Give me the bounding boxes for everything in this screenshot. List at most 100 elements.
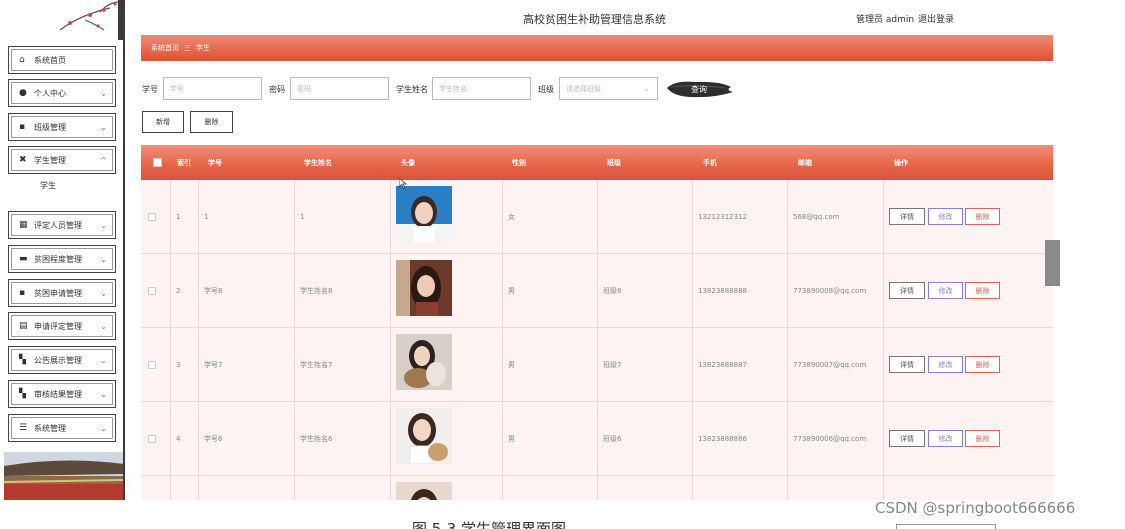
row-delete-button[interactable]: 删除 bbox=[965, 356, 1000, 373]
chart-icon: ▪ bbox=[19, 121, 26, 132]
sidebar-item-label: 贫困程度管理 bbox=[34, 254, 82, 264]
query-button[interactable]: 查询 bbox=[665, 78, 733, 100]
cell-index: 3 bbox=[176, 360, 181, 369]
mouse-cursor-icon bbox=[399, 178, 407, 189]
bottom-box-fragment bbox=[896, 524, 996, 529]
chevron-down-icon: ⌄ bbox=[100, 123, 107, 132]
cell-student-no: 学号6 bbox=[204, 434, 223, 443]
page-title: 高校贫困生补助管理信息系统 bbox=[523, 13, 666, 26]
sidebar-item-class-management[interactable]: ▪ 班级管理 ⌄ bbox=[8, 113, 116, 141]
select-all-checkbox[interactable] bbox=[153, 145, 162, 180]
table-header: 索引 学号 学生姓名 头像 性别 班级 手机 邮箱 操作 bbox=[141, 145, 1053, 180]
students-icon: ✖ bbox=[19, 154, 27, 165]
plum-blossom-decoration bbox=[59, 0, 123, 40]
cell-class: 班级6 bbox=[603, 434, 622, 443]
sidebar-item-system-management[interactable]: ☰ 系统管理 ⌄ bbox=[8, 414, 116, 442]
cell-index: 4 bbox=[176, 434, 181, 443]
cell-phone: 13823888887 bbox=[698, 360, 747, 369]
cell-student-no: 学号7 bbox=[204, 360, 223, 369]
sidebar-item-poverty-application-management[interactable]: ▪ 贫困申请管理 ⌄ bbox=[8, 279, 116, 307]
column-divider bbox=[198, 180, 199, 500]
row-checkbox[interactable] bbox=[148, 402, 156, 475]
detail-button[interactable]: 详情 bbox=[889, 356, 925, 373]
delete-button[interactable]: 删除 bbox=[190, 111, 233, 133]
figure-caption: 图 5-3 学生管理界面图 bbox=[412, 520, 567, 529]
sidebar-item-personal-center[interactable]: ● 个人中心 ⌄ bbox=[8, 79, 116, 107]
cell-name: 学生姓名8 bbox=[300, 286, 333, 295]
edit-button[interactable]: 修改 bbox=[928, 356, 963, 373]
breadcrumb-current: 学生 bbox=[196, 44, 210, 52]
edit-button[interactable]: 修改 bbox=[928, 430, 963, 447]
doc-icon: ▤ bbox=[19, 320, 28, 331]
student-no-input[interactable]: 学号 bbox=[163, 77, 262, 100]
column-divider bbox=[294, 180, 295, 500]
cell-gender: 男 bbox=[508, 434, 515, 443]
cell-phone: 13212312312 bbox=[698, 212, 747, 221]
sidebar-item-home[interactable]: ⌂ 系统首页 bbox=[8, 46, 116, 74]
sidebar-item-evaluator-management[interactable]: ▦ 评定人员管理 ⌄ bbox=[8, 211, 116, 239]
add-button[interactable]: 新增 bbox=[142, 111, 184, 133]
sidebar: ⌂ 系统首页 ● 个人中心 ⌄ ▪ 班级管理 ⌄ ✖ 学生管理 ^ 学生 ▦ 评… bbox=[0, 0, 125, 500]
row-checkbox[interactable] bbox=[148, 254, 156, 327]
th-name: 学生姓名 bbox=[304, 158, 332, 167]
cell-index: 2 bbox=[176, 286, 181, 295]
list-icon: ☰ bbox=[19, 422, 28, 433]
sidebar-item-application-evaluation-management[interactable]: ▤ 申请评定管理 ⌄ bbox=[8, 312, 116, 340]
avatar bbox=[396, 260, 452, 316]
sidebar-subitem-student[interactable]: 学生 bbox=[40, 180, 56, 191]
edit-button[interactable]: 修改 bbox=[928, 282, 963, 299]
th-email: 邮箱 bbox=[798, 158, 812, 167]
breadcrumb-home[interactable]: 系统首页 bbox=[151, 43, 179, 53]
password-input[interactable]: 密码 bbox=[290, 77, 389, 100]
detail-button[interactable]: 详情 bbox=[889, 208, 925, 225]
th-gender: 性别 bbox=[512, 158, 526, 167]
cell-name: 1 bbox=[300, 212, 305, 221]
student-table: 索引 学号 学生姓名 头像 性别 班级 手机 邮箱 操作 1 1 1 女 132… bbox=[141, 145, 1053, 500]
row-delete-button[interactable]: 删除 bbox=[965, 282, 1000, 299]
th-class: 班级 bbox=[607, 158, 621, 167]
scrollbar-thumb[interactable] bbox=[1045, 240, 1060, 286]
row-delete-button[interactable]: 删除 bbox=[965, 430, 1000, 447]
th-phone: 手机 bbox=[703, 158, 717, 167]
cell-student-no: 学号8 bbox=[204, 286, 223, 295]
apps-icon: ▚ bbox=[19, 354, 26, 365]
student-name-input[interactable]: 学生姓名 bbox=[432, 77, 531, 100]
sidebar-item-label: 学生管理 bbox=[34, 155, 66, 165]
class-select[interactable]: 请选择班级 ⌄ bbox=[559, 77, 658, 100]
grid-icon: ▦ bbox=[19, 219, 28, 230]
message-icon: ▪ bbox=[19, 287, 26, 298]
sidebar-item-label: 评定人员管理 bbox=[34, 220, 82, 230]
palace-roof-decoration bbox=[4, 452, 123, 500]
column-divider bbox=[883, 180, 884, 500]
row-checkbox[interactable] bbox=[148, 180, 156, 253]
row-checkbox[interactable] bbox=[148, 328, 156, 401]
sidebar-item-student-management[interactable]: ✖ 学生管理 ^ bbox=[8, 146, 116, 174]
cell-phone: 13823888888 bbox=[698, 286, 747, 295]
user-icon: ● bbox=[19, 87, 27, 98]
edit-button[interactable]: 修改 bbox=[928, 208, 963, 225]
avatar bbox=[396, 482, 452, 500]
row-delete-button[interactable]: 删除 bbox=[965, 208, 1000, 225]
sidebar-item-review-result-management[interactable]: ▚ 审核结果管理 ⌄ bbox=[8, 380, 116, 408]
column-divider bbox=[502, 180, 503, 500]
column-divider bbox=[692, 180, 693, 500]
detail-button[interactable]: 详情 bbox=[889, 430, 925, 447]
sidebar-item-poverty-level-management[interactable]: ▬ 贫困程度管理 ⌄ bbox=[8, 245, 116, 273]
breadcrumb-separator-icon: 三 bbox=[184, 44, 191, 52]
chevron-down-icon: ⌄ bbox=[643, 84, 650, 93]
detail-button[interactable]: 详情 bbox=[889, 282, 925, 299]
cell-gender: 女 bbox=[508, 212, 515, 221]
cell-name: 学生姓名7 bbox=[300, 360, 333, 369]
column-divider bbox=[597, 180, 598, 500]
sidebar-item-label: 系统管理 bbox=[34, 423, 66, 433]
home-icon: ⌂ bbox=[19, 54, 25, 65]
admin-label: 管理员 admin bbox=[856, 15, 915, 25]
top-bar: 高校贫困生补助管理信息系统 管理员 admin 退出登录 bbox=[125, 0, 1055, 34]
logout-link[interactable]: 退出登录 bbox=[918, 12, 954, 25]
sidebar-item-label: 系统首页 bbox=[34, 55, 66, 65]
chevron-up-icon: ^ bbox=[100, 156, 107, 165]
column-divider bbox=[390, 180, 391, 500]
chevron-down-icon: ⌄ bbox=[100, 221, 107, 230]
class-label: 班级 bbox=[538, 85, 554, 94]
sidebar-item-announcement-management[interactable]: ▚ 公告展示管理 ⌄ bbox=[8, 346, 116, 374]
